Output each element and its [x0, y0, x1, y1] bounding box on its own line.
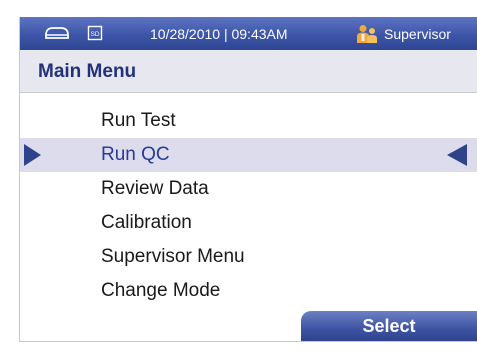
selection-arrow-left-icon: [447, 144, 467, 166]
sd-card-icon: SD: [87, 25, 103, 41]
drive-icon: [45, 27, 69, 39]
selection-arrow-right-icon: [24, 144, 41, 166]
status-bar: SD 10/28/2010 | 09:43AM Supervisor: [20, 17, 477, 50]
current-user: Supervisor: [384, 26, 451, 42]
menu-item-change-mode[interactable]: Change Mode: [20, 274, 477, 308]
menu-item-label: Review Data: [101, 178, 209, 199]
menu-item-label: Change Mode: [101, 280, 221, 301]
menu-item-run-qc[interactable]: Run QC: [20, 138, 477, 172]
menu-item-calibration[interactable]: Calibration: [20, 206, 477, 240]
menu-item-supervisor-menu[interactable]: Supervisor Menu: [20, 240, 477, 274]
menu-item-review-data[interactable]: Review Data: [20, 172, 477, 206]
title-bar: Main Menu: [20, 50, 477, 93]
page-title: Main Menu: [38, 61, 137, 82]
menu-item-label: Supervisor Menu: [101, 246, 245, 267]
menu-item-label: Run Test: [101, 110, 176, 131]
menu-item-label: Run QC: [101, 144, 170, 165]
menu-item-run-test[interactable]: Run Test: [20, 104, 477, 138]
supervisor-icon: [357, 25, 377, 43]
select-button[interactable]: Select: [301, 311, 477, 341]
date-time: 10/28/2010 | 09:43AM: [150, 26, 288, 42]
sd-card-label: SD: [90, 31, 99, 38]
main-menu: Run Test Run QC Review Data Calibration …: [20, 104, 477, 308]
menu-item-label: Calibration: [101, 212, 192, 233]
device-screen: SD 10/28/2010 | 09:43AM Supervisor Main …: [19, 17, 477, 342]
